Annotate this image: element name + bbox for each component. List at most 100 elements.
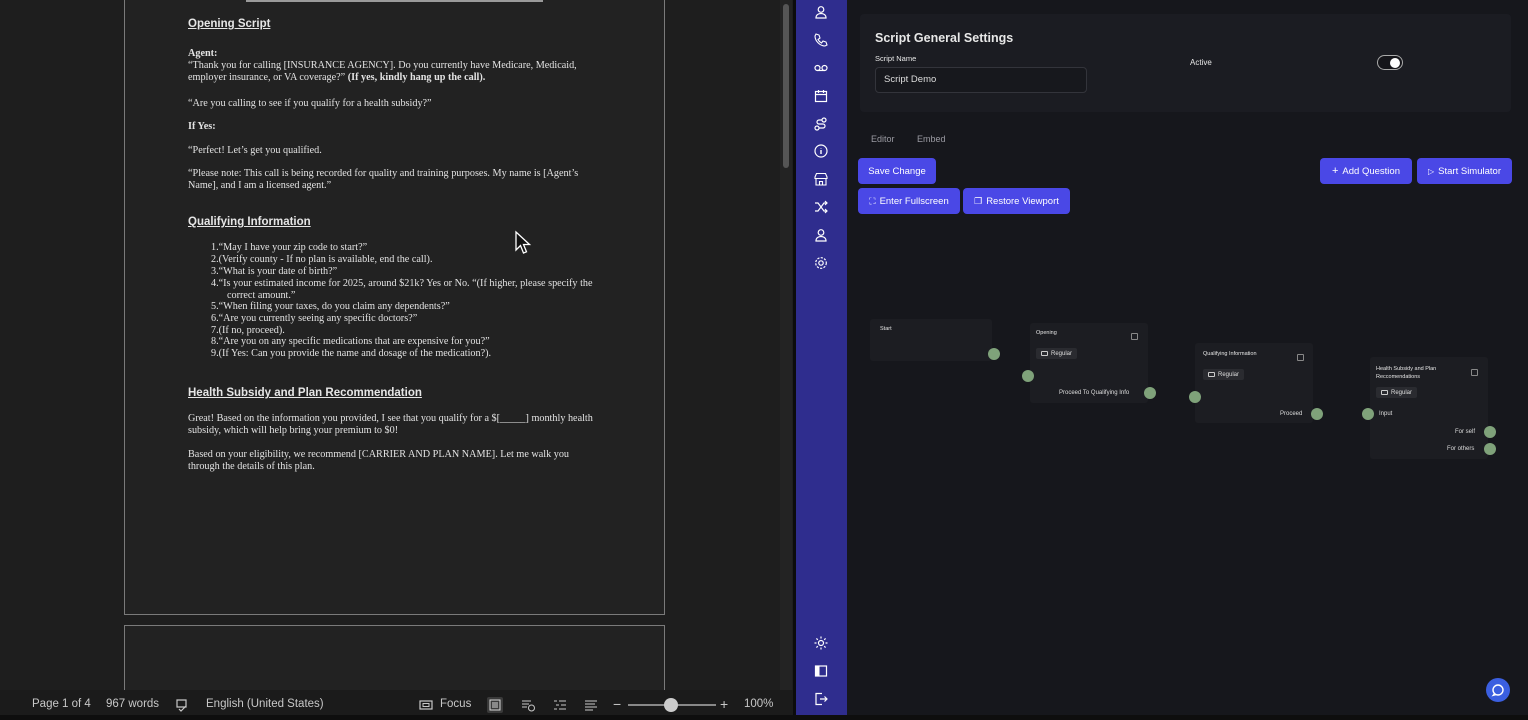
- flow-port[interactable]: [988, 348, 1000, 360]
- settings-title: Script General Settings: [875, 31, 1014, 45]
- flow-port[interactable]: [1022, 370, 1034, 382]
- flow-port[interactable]: [1311, 408, 1323, 420]
- list-item: 4.“Is your estimated income for 2025, ar…: [211, 278, 593, 289]
- add-question-label: Add Question: [1342, 165, 1400, 177]
- node-type-badge: Regular: [1036, 348, 1078, 359]
- if-yes-label: If Yes:: [188, 121, 216, 132]
- active-toggle[interactable]: [1377, 55, 1403, 70]
- health-output-label-self: For self: [1455, 429, 1476, 435]
- zoom-level[interactable]: 100%: [744, 698, 773, 710]
- web-layout-icon[interactable]: [520, 697, 536, 713]
- store-icon[interactable]: [813, 171, 829, 187]
- mouse-cursor-icon: [515, 230, 532, 254]
- qualifying-node-title: Qualifying Information: [1203, 351, 1257, 357]
- eligibility-line-1: Based on your eligibility, we recommend …: [188, 449, 570, 460]
- zoom-slider-thumb[interactable]: [664, 698, 678, 712]
- start-node-title: Start: [880, 326, 892, 332]
- language-status[interactable]: English (United States): [206, 698, 324, 710]
- edit-icon[interactable]: [1471, 369, 1478, 376]
- plus-icon: +: [1331, 165, 1339, 177]
- list-item: 9.(If Yes: Can you provide the name and …: [211, 348, 492, 359]
- draft-view-icon[interactable]: [583, 697, 599, 713]
- logout-icon[interactable]: [813, 691, 829, 707]
- taskbar-edge: [0, 715, 1528, 720]
- start-simulator-button[interactable]: ▷ Start Simulator: [1417, 158, 1512, 184]
- enter-fullscreen-label: Enter Fullscreen: [879, 195, 949, 207]
- script-name-label: Script Name: [875, 54, 917, 63]
- start-simulator-label: Start Simulator: [1438, 165, 1501, 177]
- subsidy-question: “Are you calling to see if you qualify f…: [188, 98, 432, 109]
- edit-icon[interactable]: [1297, 354, 1304, 361]
- shuffle-icon[interactable]: [813, 199, 829, 215]
- badge-label: Regular: [1391, 389, 1413, 396]
- badge-icon: [1041, 351, 1048, 356]
- print-layout-icon[interactable]: [487, 697, 503, 713]
- edit-icon[interactable]: [1131, 333, 1138, 340]
- document-page-2[interactable]: [124, 625, 665, 695]
- tab-embed[interactable]: Embed: [917, 134, 946, 144]
- proofing-icon[interactable]: [175, 697, 191, 713]
- add-question-button[interactable]: + Add Question: [1320, 158, 1412, 184]
- chat-icon: [1491, 684, 1504, 697]
- page-count[interactable]: Page 1 of 4: [32, 698, 91, 710]
- scrollbar-thumb[interactable]: [783, 4, 789, 168]
- node-type-badge: Regular: [1203, 369, 1245, 380]
- flow-port[interactable]: [1484, 443, 1496, 455]
- agent-label: Agent:: [188, 48, 218, 59]
- agent-line-2-text: employer insurance, or VA coverage?”: [188, 72, 346, 83]
- restore-viewport-button[interactable]: ❐ Restore Viewport: [963, 188, 1070, 214]
- profile-icon[interactable]: [813, 227, 829, 243]
- list-item: 3.“What is your date of birth?”: [211, 266, 338, 277]
- save-change-button[interactable]: Save Change: [858, 158, 936, 184]
- health-node-title-2: Reccomendations: [1376, 374, 1421, 380]
- badge-icon: [1208, 372, 1215, 377]
- heading-opening-script: Opening Script: [188, 18, 271, 30]
- great-line-2: subsidy, which will help bring your prem…: [188, 425, 399, 436]
- voicemail-icon[interactable]: [813, 60, 829, 76]
- perfect-line: “Perfect! Let’s get you qualified.: [188, 145, 322, 156]
- agent-line-1: “Thank you for calling [INSURANCE AGENCY…: [188, 60, 577, 71]
- focus-icon[interactable]: [418, 697, 434, 713]
- calendar-icon[interactable]: [813, 88, 829, 104]
- flow-port[interactable]: [1144, 387, 1156, 399]
- heading-health-subsidy: Health Subsidy and Plan Recommendation: [188, 387, 422, 399]
- active-label: Active: [1190, 58, 1212, 67]
- settings-gear-icon[interactable]: [813, 255, 829, 271]
- opening-node-title: Opening: [1036, 330, 1057, 336]
- list-item: 6.“Are you currently seeing any specific…: [211, 313, 418, 324]
- tab-editor[interactable]: Editor: [871, 134, 895, 144]
- chat-bubble-button[interactable]: [1486, 678, 1510, 702]
- focus-mode-button[interactable]: Focus: [440, 698, 471, 710]
- info-icon[interactable]: [813, 143, 829, 159]
- zoom-in-icon[interactable]: +: [720, 696, 728, 712]
- node-type-badge: Regular: [1376, 387, 1418, 398]
- great-line-1: Great! Based on the information you prov…: [188, 413, 593, 424]
- badge-icon: [1381, 390, 1388, 395]
- qualifying-output-label: Proceed: [1280, 411, 1303, 417]
- health-input-label: Input: [1379, 411, 1393, 417]
- workflow-icon[interactable]: [813, 116, 829, 132]
- restore-icon: ❐: [974, 195, 983, 206]
- outline-view-icon[interactable]: [552, 697, 568, 713]
- flow-port[interactable]: [1484, 426, 1496, 438]
- agent-line-2: employer insurance, or VA coverage?” (If…: [188, 72, 485, 84]
- script-name-input[interactable]: Script Demo: [875, 67, 1087, 93]
- list-item: 1.“May I have your zip code to start?”: [211, 242, 368, 253]
- flow-port[interactable]: [1362, 408, 1374, 420]
- collapse-sidebar-icon[interactable]: [813, 663, 829, 679]
- heading-qualifying-information: Qualifying Information: [188, 216, 311, 228]
- enter-fullscreen-button[interactable]: ⛶ Enter Fullscreen: [858, 188, 960, 214]
- zoom-out-icon[interactable]: −: [613, 696, 621, 712]
- theme-sun-icon[interactable]: [813, 635, 829, 651]
- user-icon[interactable]: [813, 4, 829, 20]
- health-node-title-1: Health Subsidy and Plan: [1376, 366, 1437, 372]
- script-settings-card: [860, 14, 1511, 112]
- word-count[interactable]: 967 words: [106, 698, 159, 710]
- fullscreen-icon: ⛶: [869, 195, 876, 206]
- agent-line-2-bold: (If yes, kindly hang up the call).: [347, 72, 486, 83]
- flow-canvas[interactable]: [858, 222, 1514, 708]
- note-line-2: Name], and I am a licensed agent.”: [188, 180, 332, 191]
- flow-port[interactable]: [1189, 391, 1201, 403]
- sidebar-rail: [796, 0, 847, 715]
- phone-icon[interactable]: [813, 32, 829, 48]
